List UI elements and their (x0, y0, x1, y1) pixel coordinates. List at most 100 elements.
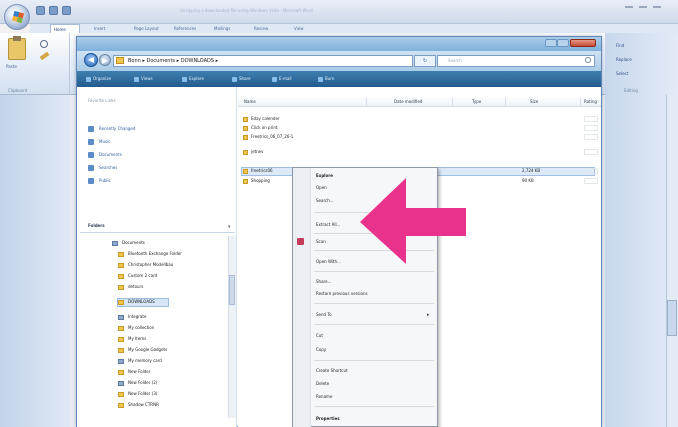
tree-item[interactable]: My Google Gadgets (118, 346, 167, 354)
organize-button[interactable]: Organize (86, 75, 126, 83)
navigation-scroll-thumb[interactable] (229, 275, 235, 305)
window-title: Unzipping a downloaded file using Window… (180, 8, 313, 13)
table-row[interactable]: Click on print (243, 124, 277, 132)
tree-item[interactable]: New Folder (3) (118, 390, 157, 398)
tree-item[interactable]: My memory card (118, 357, 162, 365)
undo-icon[interactable] (49, 6, 58, 15)
office-orb-icon[interactable] (4, 4, 30, 30)
column-header-size[interactable]: Size (530, 99, 538, 104)
tree-item[interactable]: detours (118, 283, 143, 291)
tree-item[interactable]: Christopher Modellbau (118, 261, 173, 269)
table-row[interactable]: Freetrics_06_07_26-1 (243, 133, 293, 141)
menu-item-open[interactable]: Open (316, 184, 327, 192)
explorer-close-button[interactable] (570, 39, 596, 47)
table-row[interactable]: Shopping (243, 177, 270, 185)
document-scroll-thumb[interactable] (667, 300, 677, 336)
explorer-minimize-button[interactable] (545, 39, 557, 47)
column-separator[interactable] (580, 98, 581, 106)
menu-item-share[interactable]: Share... (316, 278, 331, 286)
menu-item-open-with[interactable]: Open With... (316, 258, 341, 266)
tree-item[interactable]: Shadow CTRNR (118, 401, 159, 409)
tab-page-layout[interactable]: Page Layout (134, 24, 160, 33)
rating-cell[interactable] (584, 125, 598, 131)
document-scrollbar[interactable] (666, 95, 678, 427)
explore-button[interactable]: Explore (182, 75, 222, 83)
search-icon[interactable] (585, 57, 591, 63)
paste-icon[interactable] (8, 36, 26, 60)
find-button[interactable]: Find (616, 43, 624, 48)
tab-references[interactable]: References (174, 24, 200, 33)
replace-button[interactable]: Replace (616, 57, 632, 62)
tree-item[interactable]: Bluetooth Exchange Folder (118, 250, 182, 258)
column-header-rating[interactable]: Rating (584, 99, 597, 104)
menu-item-extract-all[interactable]: Extract All... (316, 221, 340, 229)
tree-item-downloads[interactable]: DOWNLOADS (118, 298, 155, 306)
close-icon[interactable] (653, 6, 661, 12)
tab-review[interactable]: Review (254, 24, 280, 33)
tree-item[interactable]: New Folder (2) (118, 379, 157, 387)
column-separator[interactable] (505, 98, 506, 106)
column-header-name[interactable]: Name (244, 99, 256, 104)
menu-item-properties[interactable]: Properties (316, 415, 340, 423)
refresh-button[interactable]: ↻ (414, 55, 436, 67)
tree-item[interactable]: Documents (112, 239, 145, 247)
menu-item-cut[interactable]: Cut (316, 332, 323, 340)
tab-insert[interactable]: Insert (94, 24, 120, 33)
table-row[interactable]: Eday calender (243, 115, 280, 123)
paste-label: Paste (6, 64, 17, 69)
favorite-link-searches[interactable]: Searches (88, 163, 117, 172)
folders-header[interactable]: Folders (88, 223, 105, 228)
searches-icon (88, 165, 94, 171)
chevron-down-icon[interactable]: ▾ (228, 224, 231, 230)
menu-item-search[interactable]: Search... (316, 197, 334, 205)
email-button[interactable]: E-mail (272, 75, 308, 83)
column-header-date[interactable]: Date modified (394, 99, 422, 104)
pink-arrow-shape (360, 178, 466, 264)
menu-item-create-shortcut[interactable]: Create Shortcut (316, 367, 348, 375)
tab-view[interactable]: View (294, 24, 320, 33)
tree-item[interactable]: Integrate (118, 313, 146, 321)
favorite-link-documents[interactable]: Documents (88, 150, 122, 159)
menu-item-explore[interactable]: Explore (316, 172, 333, 180)
menu-item-send-to[interactable]: Send To (316, 311, 332, 319)
redo-icon[interactable] (62, 6, 71, 15)
search-input[interactable]: Search (437, 55, 595, 67)
share-button[interactable]: Share (232, 75, 264, 83)
maximize-icon[interactable] (639, 6, 647, 12)
favorite-link-recently-changed[interactable]: Recently Changed (88, 124, 135, 133)
menu-item-delete[interactable]: Delete (316, 380, 329, 388)
burn-button[interactable]: Burn (318, 75, 350, 83)
forward-button[interactable]: ▶ (99, 54, 111, 66)
navigation-scrollbar[interactable] (228, 236, 236, 418)
menu-item-restore-previous-versions[interactable]: Restore previous versions (316, 290, 368, 298)
views-button[interactable]: Views (134, 75, 170, 83)
tab-home[interactable]: Home (50, 24, 80, 33)
select-button[interactable]: Select (616, 71, 628, 76)
column-separator[interactable] (452, 98, 453, 106)
tree-item[interactable]: My Items (118, 335, 146, 343)
tab-mailings[interactable]: Mailings (214, 24, 240, 33)
column-header-type[interactable]: Type (472, 99, 481, 104)
rating-cell[interactable] (584, 134, 598, 140)
minimize-icon[interactable] (625, 6, 633, 12)
save-icon[interactable] (36, 6, 45, 15)
tree-item[interactable]: Custom 2 card (118, 272, 157, 280)
favorite-link-music[interactable]: Music (88, 137, 110, 146)
menu-item-copy[interactable]: Copy (316, 346, 326, 354)
rating-cell[interactable] (584, 178, 598, 184)
rating-cell[interactable] (584, 168, 598, 174)
back-button[interactable]: ◀ (84, 53, 98, 67)
rating-cell[interactable] (584, 149, 598, 155)
rating-cell[interactable] (584, 116, 598, 122)
explorer-maximize-button[interactable] (557, 39, 569, 47)
cut-icon[interactable] (40, 40, 48, 48)
table-row-selected[interactable]: freetrics06 (243, 167, 273, 175)
address-field[interactable]: Bonn ▸ Documents ▸ DOWNLOADS ▸ (113, 55, 413, 67)
favorite-link-public[interactable]: Public (88, 176, 111, 185)
tree-item[interactable]: My collection (118, 324, 154, 332)
table-row[interactable]: jetnev (243, 148, 264, 156)
menu-item-rename[interactable]: Rename (316, 393, 332, 401)
tree-item[interactable]: New Folder (118, 368, 150, 376)
menu-item-scan[interactable]: Scan (316, 238, 326, 246)
column-separator[interactable] (366, 98, 367, 106)
